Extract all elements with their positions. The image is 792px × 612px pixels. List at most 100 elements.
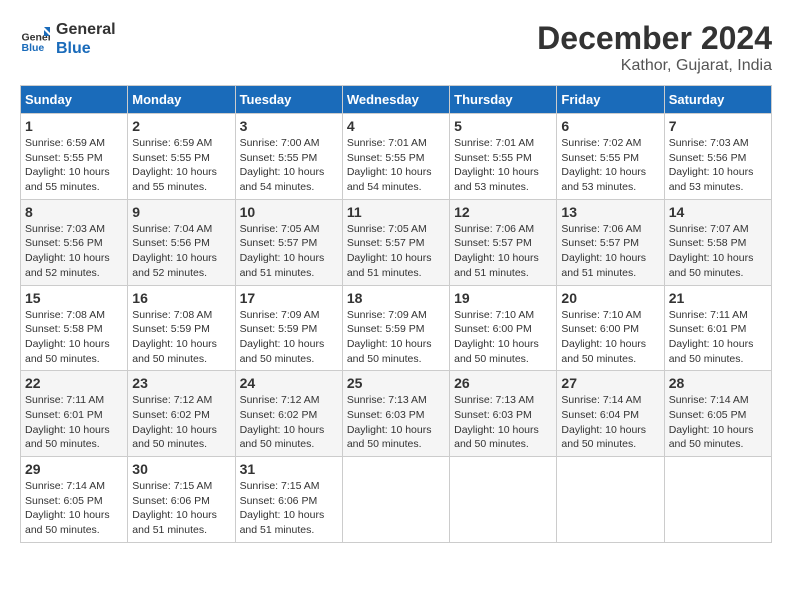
empty-cell	[342, 457, 449, 543]
col-monday: Monday	[128, 86, 235, 114]
day-number: 29	[25, 461, 123, 477]
col-friday: Friday	[557, 86, 664, 114]
day-info: Sunrise: 7:09 AM Sunset: 5:59 PM Dayligh…	[347, 308, 445, 367]
day-info: Sunrise: 7:15 AM Sunset: 6:06 PM Dayligh…	[132, 479, 230, 538]
calendar-day-cell: 26 Sunrise: 7:13 AM Sunset: 6:03 PM Dayl…	[450, 371, 557, 457]
day-info: Sunrise: 7:10 AM Sunset: 6:00 PM Dayligh…	[561, 308, 659, 367]
empty-cell	[664, 457, 771, 543]
calendar-day-cell: 2 Sunrise: 6:59 AM Sunset: 5:55 PM Dayli…	[128, 114, 235, 200]
empty-cell	[557, 457, 664, 543]
day-number: 16	[132, 290, 230, 306]
day-number: 21	[669, 290, 767, 306]
calendar-day-cell: 27 Sunrise: 7:14 AM Sunset: 6:04 PM Dayl…	[557, 371, 664, 457]
page-header: General Blue General Blue December 2024 …	[20, 20, 772, 75]
day-info: Sunrise: 7:01 AM Sunset: 5:55 PM Dayligh…	[347, 136, 445, 195]
calendar-week-row: 15 Sunrise: 7:08 AM Sunset: 5:58 PM Dayl…	[21, 285, 772, 371]
day-number: 18	[347, 290, 445, 306]
day-info: Sunrise: 7:09 AM Sunset: 5:59 PM Dayligh…	[240, 308, 338, 367]
logo-line2: Blue	[56, 39, 116, 58]
day-number: 26	[454, 375, 552, 391]
day-info: Sunrise: 7:02 AM Sunset: 5:55 PM Dayligh…	[561, 136, 659, 195]
col-thursday: Thursday	[450, 86, 557, 114]
calendar-table: Sunday Monday Tuesday Wednesday Thursday…	[20, 85, 772, 543]
calendar-day-cell: 22 Sunrise: 7:11 AM Sunset: 6:01 PM Dayl…	[21, 371, 128, 457]
day-info: Sunrise: 7:03 AM Sunset: 5:56 PM Dayligh…	[25, 222, 123, 281]
col-tuesday: Tuesday	[235, 86, 342, 114]
day-number: 6	[561, 118, 659, 134]
calendar-day-cell: 25 Sunrise: 7:13 AM Sunset: 6:03 PM Dayl…	[342, 371, 449, 457]
day-number: 14	[669, 204, 767, 220]
calendar-day-cell: 6 Sunrise: 7:02 AM Sunset: 5:55 PM Dayli…	[557, 114, 664, 200]
calendar-day-cell: 13 Sunrise: 7:06 AM Sunset: 5:57 PM Dayl…	[557, 199, 664, 285]
day-info: Sunrise: 7:12 AM Sunset: 6:02 PM Dayligh…	[240, 393, 338, 452]
day-info: Sunrise: 6:59 AM Sunset: 5:55 PM Dayligh…	[132, 136, 230, 195]
calendar-day-cell: 14 Sunrise: 7:07 AM Sunset: 5:58 PM Dayl…	[664, 199, 771, 285]
day-info: Sunrise: 7:08 AM Sunset: 5:58 PM Dayligh…	[25, 308, 123, 367]
day-number: 9	[132, 204, 230, 220]
svg-text:Blue: Blue	[22, 42, 45, 54]
day-number: 17	[240, 290, 338, 306]
day-number: 24	[240, 375, 338, 391]
day-number: 5	[454, 118, 552, 134]
day-number: 11	[347, 204, 445, 220]
calendar-week-row: 1 Sunrise: 6:59 AM Sunset: 5:55 PM Dayli…	[21, 114, 772, 200]
day-info: Sunrise: 7:14 AM Sunset: 6:04 PM Dayligh…	[561, 393, 659, 452]
day-info: Sunrise: 7:01 AM Sunset: 5:55 PM Dayligh…	[454, 136, 552, 195]
calendar-day-cell: 18 Sunrise: 7:09 AM Sunset: 5:59 PM Dayl…	[342, 285, 449, 371]
empty-cell	[450, 457, 557, 543]
calendar-day-cell: 10 Sunrise: 7:05 AM Sunset: 5:57 PM Dayl…	[235, 199, 342, 285]
day-number: 23	[132, 375, 230, 391]
col-saturday: Saturday	[664, 86, 771, 114]
day-number: 1	[25, 118, 123, 134]
day-number: 27	[561, 375, 659, 391]
calendar-day-cell: 17 Sunrise: 7:09 AM Sunset: 5:59 PM Dayl…	[235, 285, 342, 371]
calendar-day-cell: 23 Sunrise: 7:12 AM Sunset: 6:02 PM Dayl…	[128, 371, 235, 457]
day-info: Sunrise: 7:07 AM Sunset: 5:58 PM Dayligh…	[669, 222, 767, 281]
logo-icon: General Blue	[20, 24, 50, 54]
calendar-week-row: 22 Sunrise: 7:11 AM Sunset: 6:01 PM Dayl…	[21, 371, 772, 457]
day-info: Sunrise: 7:08 AM Sunset: 5:59 PM Dayligh…	[132, 308, 230, 367]
day-info: Sunrise: 7:11 AM Sunset: 6:01 PM Dayligh…	[669, 308, 767, 367]
day-number: 12	[454, 204, 552, 220]
calendar-day-cell: 1 Sunrise: 6:59 AM Sunset: 5:55 PM Dayli…	[21, 114, 128, 200]
calendar-day-cell: 12 Sunrise: 7:06 AM Sunset: 5:57 PM Dayl…	[450, 199, 557, 285]
calendar-day-cell: 30 Sunrise: 7:15 AM Sunset: 6:06 PM Dayl…	[128, 457, 235, 543]
calendar-week-row: 29 Sunrise: 7:14 AM Sunset: 6:05 PM Dayl…	[21, 457, 772, 543]
day-number: 8	[25, 204, 123, 220]
day-number: 19	[454, 290, 552, 306]
calendar-day-cell: 20 Sunrise: 7:10 AM Sunset: 6:00 PM Dayl…	[557, 285, 664, 371]
logo-line1: General	[56, 20, 116, 39]
title-block: December 2024 Kathor, Gujarat, India	[537, 20, 772, 75]
calendar-day-cell: 9 Sunrise: 7:04 AM Sunset: 5:56 PM Dayli…	[128, 199, 235, 285]
day-info: Sunrise: 7:06 AM Sunset: 5:57 PM Dayligh…	[454, 222, 552, 281]
day-number: 22	[25, 375, 123, 391]
day-info: Sunrise: 7:15 AM Sunset: 6:06 PM Dayligh…	[240, 479, 338, 538]
calendar-week-row: 8 Sunrise: 7:03 AM Sunset: 5:56 PM Dayli…	[21, 199, 772, 285]
day-info: Sunrise: 7:04 AM Sunset: 5:56 PM Dayligh…	[132, 222, 230, 281]
day-info: Sunrise: 7:05 AM Sunset: 5:57 PM Dayligh…	[240, 222, 338, 281]
col-wednesday: Wednesday	[342, 86, 449, 114]
calendar-day-cell: 21 Sunrise: 7:11 AM Sunset: 6:01 PM Dayl…	[664, 285, 771, 371]
calendar-day-cell: 16 Sunrise: 7:08 AM Sunset: 5:59 PM Dayl…	[128, 285, 235, 371]
day-info: Sunrise: 7:05 AM Sunset: 5:57 PM Dayligh…	[347, 222, 445, 281]
day-number: 2	[132, 118, 230, 134]
calendar-day-cell: 28 Sunrise: 7:14 AM Sunset: 6:05 PM Dayl…	[664, 371, 771, 457]
day-info: Sunrise: 7:12 AM Sunset: 6:02 PM Dayligh…	[132, 393, 230, 452]
day-number: 25	[347, 375, 445, 391]
day-number: 10	[240, 204, 338, 220]
day-info: Sunrise: 7:13 AM Sunset: 6:03 PM Dayligh…	[454, 393, 552, 452]
day-info: Sunrise: 7:00 AM Sunset: 5:55 PM Dayligh…	[240, 136, 338, 195]
calendar-day-cell: 3 Sunrise: 7:00 AM Sunset: 5:55 PM Dayli…	[235, 114, 342, 200]
day-info: Sunrise: 7:13 AM Sunset: 6:03 PM Dayligh…	[347, 393, 445, 452]
calendar-day-cell: 8 Sunrise: 7:03 AM Sunset: 5:56 PM Dayli…	[21, 199, 128, 285]
month-title: December 2024	[537, 20, 772, 57]
day-number: 31	[240, 461, 338, 477]
calendar-day-cell: 31 Sunrise: 7:15 AM Sunset: 6:06 PM Dayl…	[235, 457, 342, 543]
logo: General Blue General Blue	[20, 20, 116, 58]
day-info: Sunrise: 7:06 AM Sunset: 5:57 PM Dayligh…	[561, 222, 659, 281]
day-number: 30	[132, 461, 230, 477]
calendar-day-cell: 29 Sunrise: 7:14 AM Sunset: 6:05 PM Dayl…	[21, 457, 128, 543]
day-info: Sunrise: 7:03 AM Sunset: 5:56 PM Dayligh…	[669, 136, 767, 195]
calendar-day-cell: 15 Sunrise: 7:08 AM Sunset: 5:58 PM Dayl…	[21, 285, 128, 371]
day-info: Sunrise: 7:10 AM Sunset: 6:00 PM Dayligh…	[454, 308, 552, 367]
